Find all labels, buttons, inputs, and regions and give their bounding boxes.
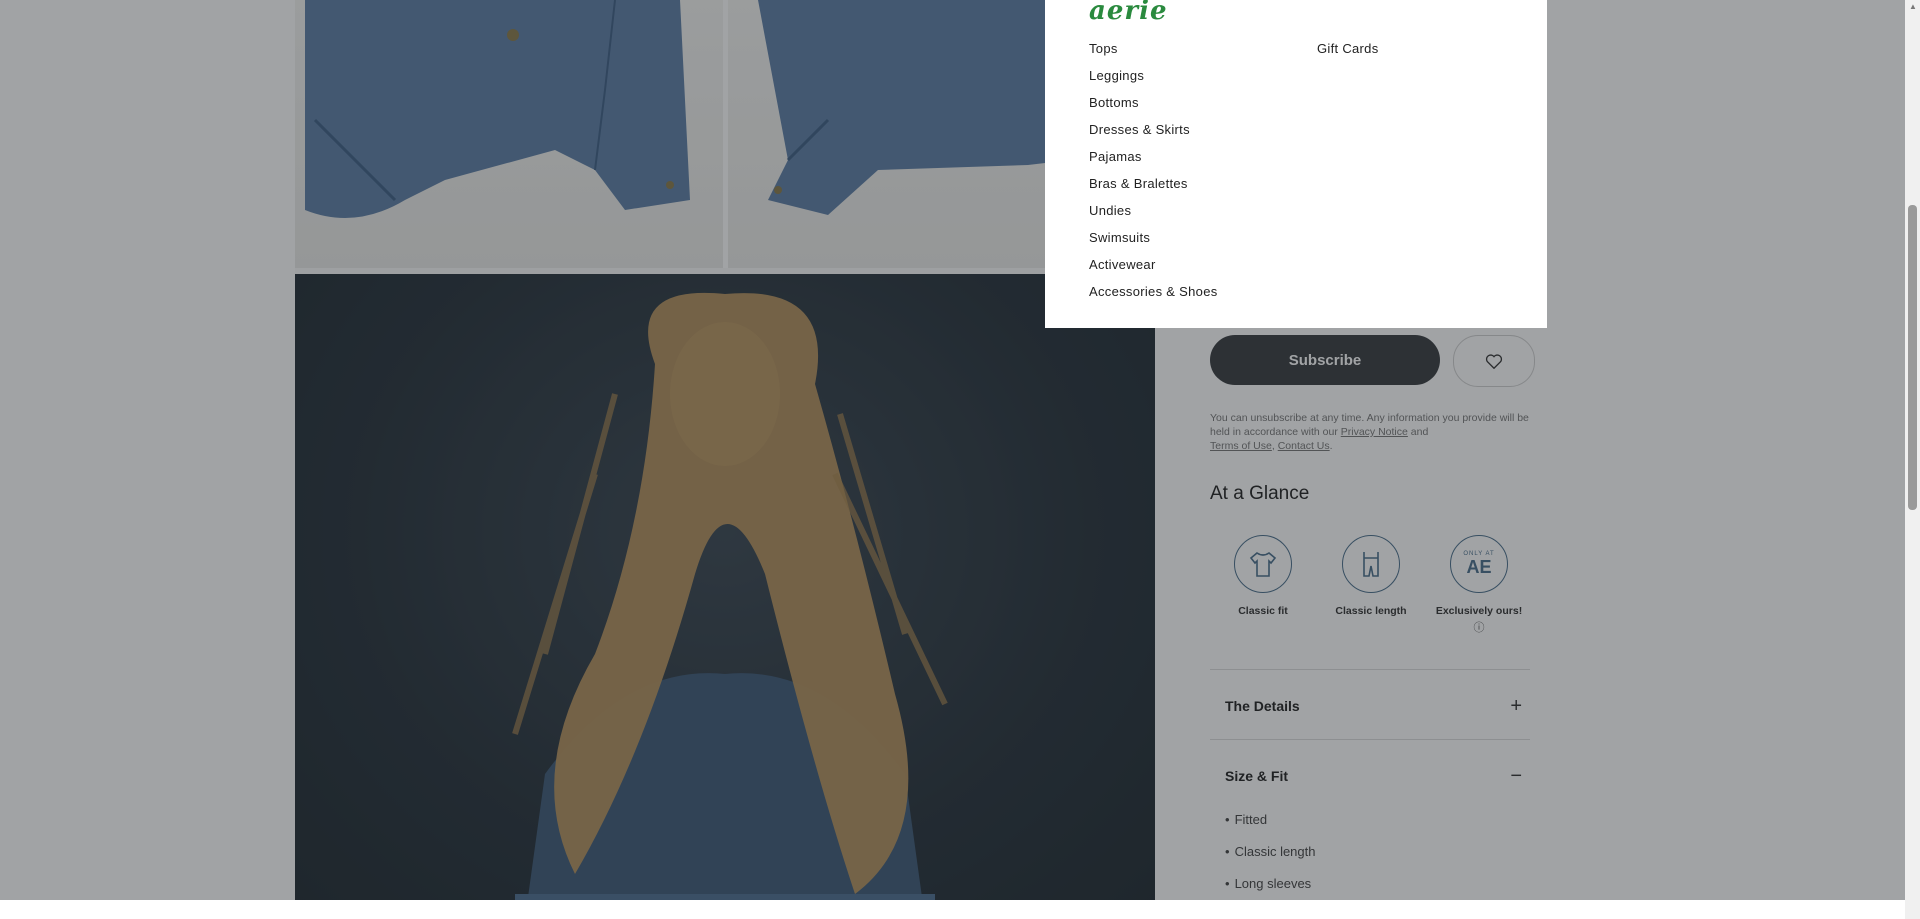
menu-item-swimsuits[interactable]: Swimsuits: [1089, 229, 1218, 256]
bottom-strip: [0, 900, 1905, 919]
menu-item-bras-bralettes[interactable]: Bras & Bralettes: [1089, 175, 1218, 202]
menu-item-dresses-skirts[interactable]: Dresses & Skirts: [1089, 121, 1218, 148]
menu-item-activewear[interactable]: Activewear: [1089, 256, 1218, 283]
scrollbar-thumb[interactable]: [1908, 205, 1917, 510]
aerie-logo[interactable]: aerie: [1089, 0, 1168, 26]
menu-column-categories: Tops Leggings Bottoms Dresses & Skirts P…: [1089, 40, 1218, 310]
aerie-mega-menu: aerie Tops Leggings Bottoms Dresses & Sk…: [1045, 0, 1547, 328]
menu-item-undies[interactable]: Undies: [1089, 202, 1218, 229]
menu-item-gift-cards[interactable]: Gift Cards: [1317, 40, 1379, 67]
scroll-up-arrow-icon[interactable]: ▲: [1909, 2, 1917, 11]
menu-item-leggings[interactable]: Leggings: [1089, 67, 1218, 94]
menu-item-accessories-shoes[interactable]: Accessories & Shoes: [1089, 283, 1218, 310]
menu-column-extra: Gift Cards: [1317, 40, 1379, 67]
menu-item-tops[interactable]: Tops: [1089, 40, 1218, 67]
menu-backdrop-overlay[interactable]: [0, 0, 1920, 919]
menu-item-pajamas[interactable]: Pajamas: [1089, 148, 1218, 175]
menu-item-bottoms[interactable]: Bottoms: [1089, 94, 1218, 121]
